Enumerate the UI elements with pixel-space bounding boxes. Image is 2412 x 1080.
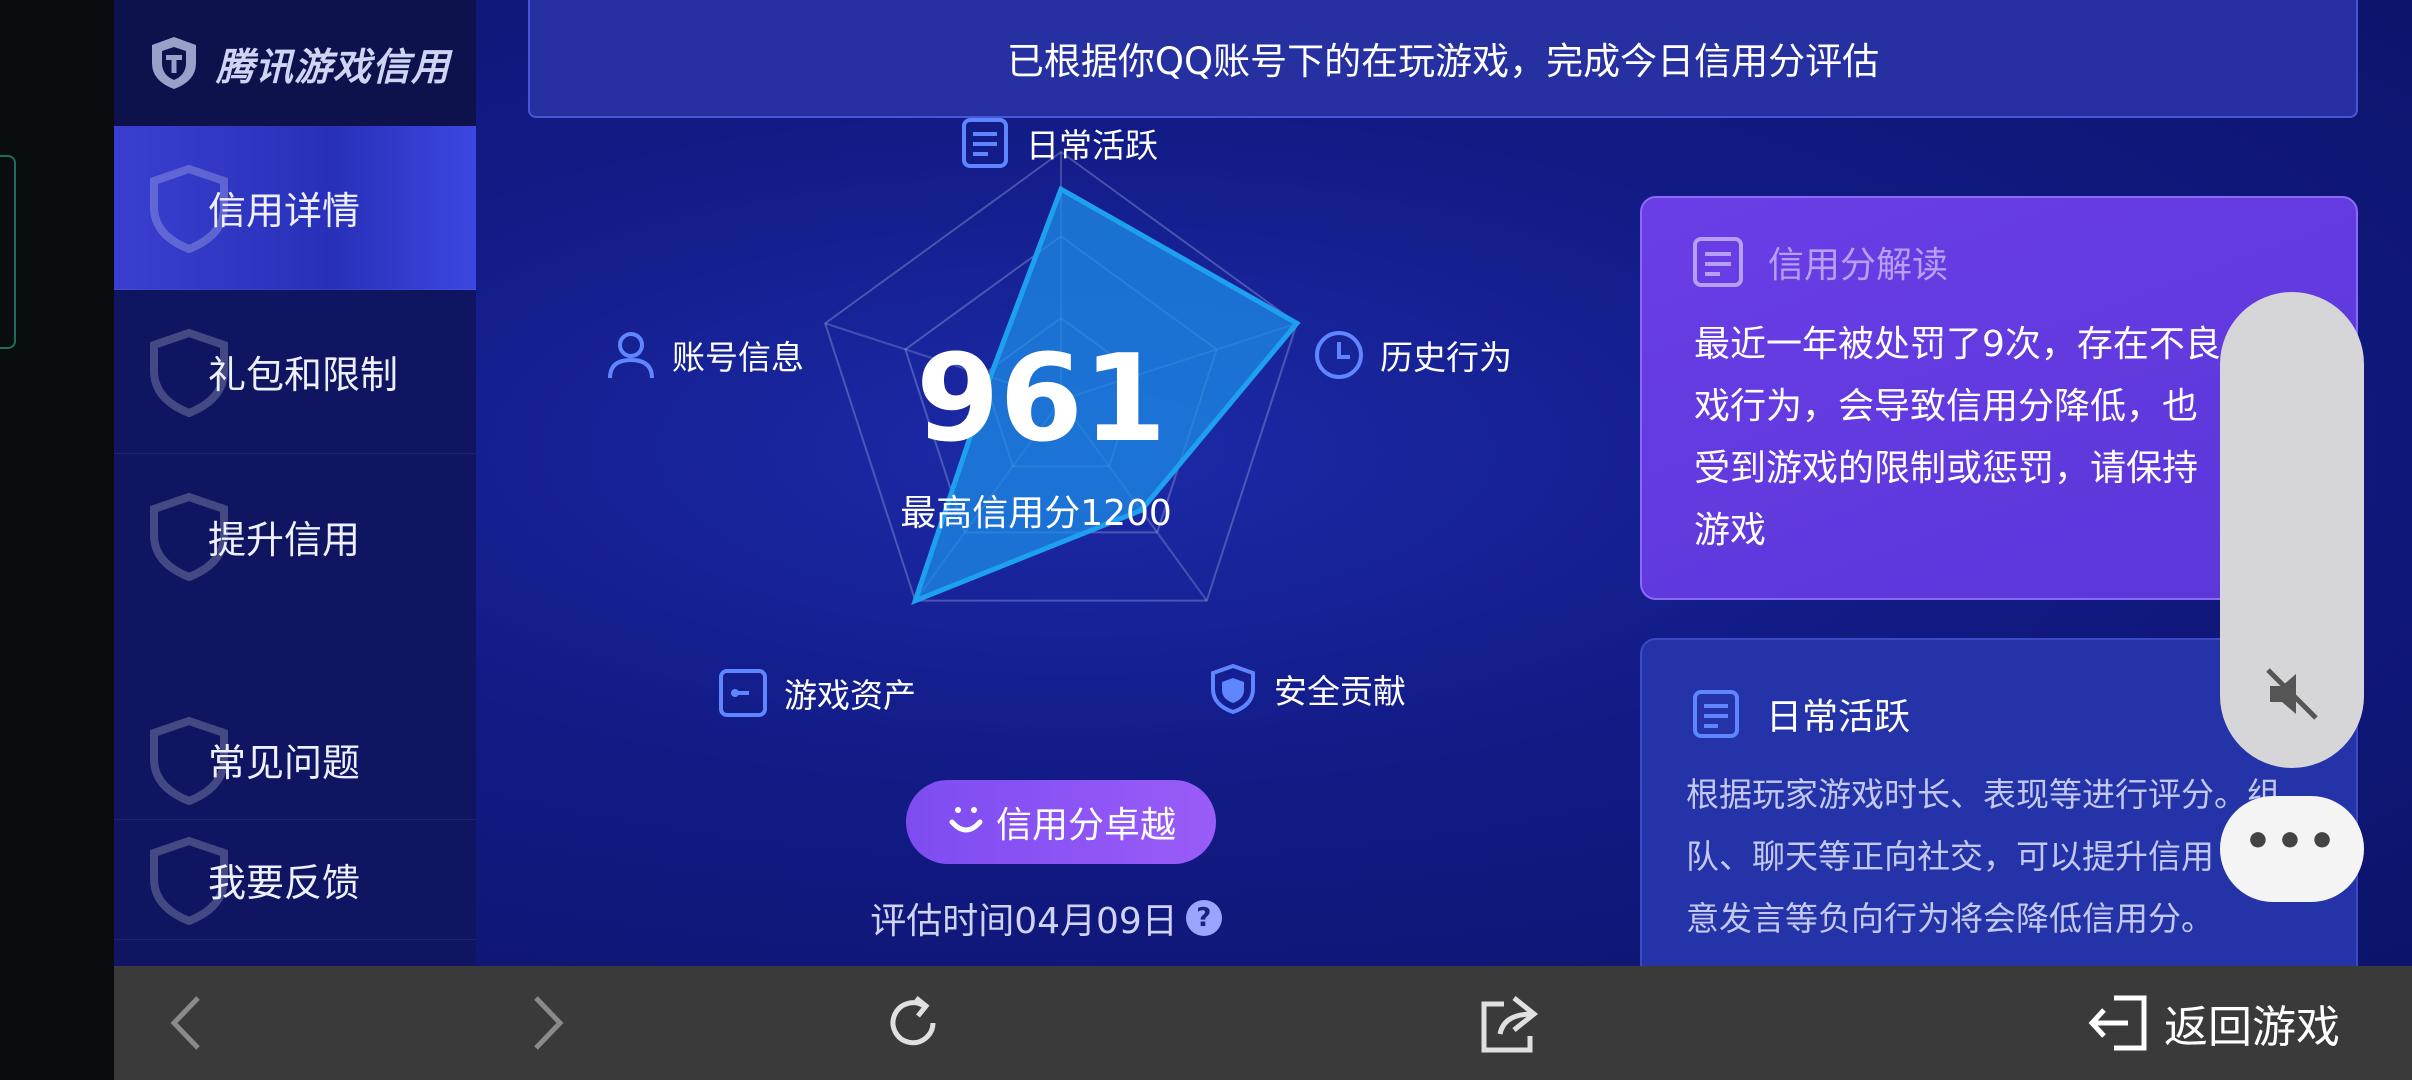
axis-history: 历史行为	[1312, 328, 1512, 382]
sidebar-item-credit-details[interactable]: 信用详情	[114, 126, 476, 290]
card-header: 日常活跃	[1690, 688, 1910, 740]
card-body: 最近一年被处罚了9次，存在不良 戏行为，会导致信用分降低，也 受到游戏的限制或惩…	[1694, 324, 2221, 551]
axis-security: 安全贡献	[1206, 662, 1406, 716]
evaluation-time: 评估时间04月09日 ?	[846, 892, 1246, 944]
document-icon	[1693, 237, 1743, 287]
card-title: 信用分解读	[1768, 245, 1949, 286]
back-arrow-icon[interactable]	[154, 988, 224, 1058]
browser-bottom-bar: 返回游戏	[114, 966, 2412, 1080]
sidebar-item-label: 礼包和限制	[208, 353, 399, 397]
edge-handle[interactable]	[0, 155, 16, 349]
shield-icon	[1211, 663, 1255, 715]
clock-icon	[1315, 331, 1363, 379]
share-icon[interactable]	[1474, 988, 1544, 1058]
mute-icon[interactable]	[2260, 662, 2324, 726]
left-edge-strip	[0, 0, 114, 1080]
max-score-label: 最高信用分1200	[900, 493, 1172, 534]
sidebar-item-label: 常见问题	[208, 741, 361, 785]
axis-label-text: 游戏资产	[784, 676, 916, 715]
return-label: 返回游戏	[2164, 1002, 2340, 1053]
sidebar-item-label: 我要反馈	[208, 861, 361, 905]
axis-account-info: 账号信息	[604, 328, 804, 382]
document-icon	[962, 118, 1008, 168]
sidebar-item-faq[interactable]: 常见问题	[114, 700, 476, 820]
evaluation-time-text: 评估时间04月09日	[870, 901, 1178, 942]
main-panel: 已根据你QQ账号下的在玩游戏，完成今日信用分评估 961 最高信用分1200 日…	[476, 0, 2412, 966]
axis-label-text: 日常活跃	[1026, 126, 1158, 165]
credit-score: 961	[916, 330, 1167, 469]
axis-daily-active: 日常活跃	[958, 116, 1158, 170]
sidebar-item-label: 信用详情	[208, 189, 361, 233]
refresh-icon[interactable]	[878, 988, 948, 1058]
sidebar-item-improve-credit[interactable]: 提升信用	[114, 454, 476, 618]
more-options-button[interactable]: •••	[2220, 796, 2364, 902]
card-title: 日常活跃	[1766, 697, 1911, 738]
exit-arrow-icon	[2088, 995, 2147, 1051]
floating-audio-pill[interactable]	[2220, 292, 2364, 768]
credit-tier-label: 信用分卓越	[995, 805, 1176, 846]
more-dots-icon: •••	[2243, 816, 2341, 867]
axis-game-assets: 游戏资产	[716, 666, 916, 720]
credit-tier-button[interactable]: 信用分卓越	[906, 780, 1216, 864]
smile-icon	[949, 807, 983, 833]
card-header: 信用分解读	[1690, 234, 1948, 290]
forward-arrow-icon[interactable]	[510, 988, 580, 1058]
user-icon	[608, 332, 654, 379]
tencent-credit-logo-icon	[152, 37, 196, 89]
help-icon[interactable]: ?	[1185, 900, 1222, 936]
return-to-game-button[interactable]: 返回游戏	[2084, 966, 2340, 1080]
axis-label-text: 历史行为	[1380, 338, 1512, 377]
brand-header: 腾讯游戏信用	[114, 0, 476, 126]
axis-label-text: 账号信息	[672, 338, 804, 377]
sidebar-item-feedback[interactable]: 我要反馈	[114, 820, 476, 940]
document-icon	[1693, 690, 1739, 738]
sidebar: 腾讯游戏信用 信用详情 礼包和限制 提升信用 常见问题 我要反馈	[114, 0, 476, 966]
axis-label-text: 安全贡献	[1274, 672, 1406, 711]
brand-name: 腾讯游戏信用	[216, 44, 451, 89]
sidebar-item-gifts-restrictions[interactable]: 礼包和限制	[114, 290, 476, 454]
wallet-icon	[719, 669, 767, 717]
sidebar-item-label: 提升信用	[208, 517, 361, 562]
